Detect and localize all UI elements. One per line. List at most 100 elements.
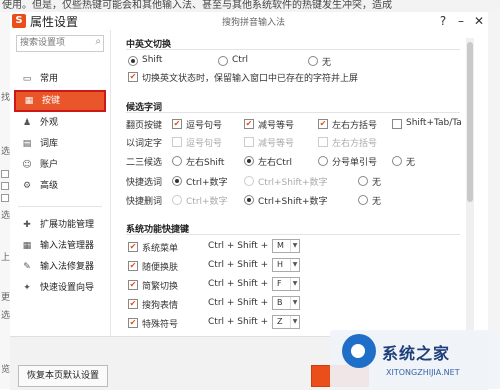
radio-semicolon-quote-label: 分号单引号	[332, 158, 378, 168]
radio-none-label: 无	[322, 58, 332, 68]
search-box[interactable]: ⌕	[16, 35, 104, 52]
search-icon[interactable]: ⌕	[95, 36, 101, 47]
hotkey-special-symbols-checkbox[interactable]: ✔	[128, 318, 138, 328]
word-comma-period-checkbox[interactable]	[172, 137, 182, 147]
watermark-text: 系统之家	[382, 344, 451, 363]
chevron-down-icon: ▼	[290, 278, 299, 290]
sidebar-tool-extensions[interactable]: ✚ 扩展功能管理	[14, 216, 104, 234]
watermark-url: XITONGZHIJIA.NET	[386, 368, 460, 377]
hotkey-simplified-traditional-checkbox[interactable]: ✔	[128, 280, 138, 290]
minimize-button[interactable]: –	[454, 14, 468, 28]
hotkey-emoji-label: 搜狗表情	[142, 301, 179, 311]
reset-defaults-button[interactable]: 恢复本页默认设置	[18, 365, 108, 387]
word-minus-equal-checkbox[interactable]	[244, 137, 254, 147]
chevron-down-icon: ▼	[290, 240, 299, 252]
hotkey-simplified-traditional-label: 简繁切换	[142, 282, 179, 292]
help-button[interactable]: ?	[436, 14, 450, 28]
sidebar-item-keys[interactable]: ▦ 按键	[14, 90, 106, 112]
hotkey-random-skin-key-select[interactable]: H ▼	[272, 258, 300, 272]
wizard-icon: ✦	[23, 283, 31, 293]
hotkey-system-menu-key-select[interactable]: M ▼	[272, 239, 300, 253]
hotkey-prefix: Ctrl + Shift +	[208, 279, 269, 289]
sidebar-item-label: 扩展功能管理	[40, 220, 95, 230]
radio-left-right-ctrl-label: 左右Ctrl	[258, 158, 293, 168]
hotkey-prefix: Ctrl + Shift +	[208, 241, 269, 251]
page-comma-period-checkbox[interactable]: ✔	[172, 119, 182, 129]
sidebar-item-dictionary[interactable]: ▤ 词库	[14, 135, 104, 153]
radio-none[interactable]	[308, 56, 318, 66]
sidebar: ⌕ ▭ 常用 ▦ 按键 ♟ 外观 ▤ 词库 ☺ 账户 ⚙ 高级 ✚ 扩展功能管理 ▦ 输入法管理…	[10, 30, 111, 336]
monitor-icon: ▭	[22, 74, 32, 84]
hotkey-special-symbols-key-select[interactable]: Z ▼	[272, 315, 300, 329]
radio-left-right-shift-label: 左右Shift	[186, 158, 225, 168]
page-brackets-checkbox[interactable]: ✔	[318, 119, 328, 129]
radio-shift-label: Shift	[142, 55, 163, 65]
sidebar-item-label: 输入法修复器	[40, 262, 95, 272]
background-text-strip: 使用。但是，仅些热键可能会和其他输入法、甚至与其他系统软件的热键发生冲突，造成	[0, 0, 500, 12]
sidebar-tool-wizard[interactable]: ✦ 快速设置向导	[14, 279, 104, 297]
sidebar-item-label: 按键	[42, 96, 61, 106]
radio-delete-none[interactable]	[358, 195, 368, 205]
hotkey-prefix: Ctrl + Shift +	[208, 317, 269, 327]
radio-left-right-shift[interactable]	[172, 156, 182, 166]
page-brackets-label: 左右方括号	[332, 121, 378, 131]
radio-delete-ctrl-num[interactable]	[172, 195, 182, 205]
radio-second-third-none-label: 无	[406, 158, 416, 168]
radio-select-ctrl-shift-num-label: Ctrl+Shift+数字	[258, 178, 328, 188]
hotkey-random-skin-checkbox[interactable]: ✔	[128, 261, 138, 271]
background-char: 选	[1, 311, 11, 321]
scrollbar-thumb[interactable]	[467, 42, 473, 202]
radio-semicolon-quote[interactable]	[318, 156, 328, 166]
background-checkbox	[1, 194, 9, 202]
page-comma-period-label: 逗号句号	[186, 121, 223, 131]
radio-select-ctrl-shift-num[interactable]	[244, 176, 254, 186]
sidebar-item-advanced[interactable]: ⚙ 高级	[14, 177, 104, 195]
radio-select-ctrl-num[interactable]	[172, 176, 182, 186]
hotkey-emoji-checkbox[interactable]: ✔	[128, 299, 138, 309]
sidebar-item-account[interactable]: ☺ 账户	[14, 156, 104, 174]
page-minus-equal-checkbox[interactable]: ✔	[244, 119, 254, 129]
sidebar-item-label: 外观	[40, 118, 59, 128]
dialog-title: 属性设置	[30, 15, 79, 29]
sidebar-item-appearance[interactable]: ♟ 外观	[14, 114, 104, 132]
gear-icon: ⚙	[22, 181, 32, 191]
keep-chars-checkbox[interactable]: ✔	[128, 72, 138, 82]
word-minus-equal-label: 减号等号	[258, 139, 295, 149]
keyboard-icon: ▦	[24, 96, 34, 106]
key-value: H	[277, 260, 284, 269]
radio-shift[interactable]	[128, 56, 138, 66]
radio-ctrl-label: Ctrl	[232, 55, 249, 65]
hotkey-simplified-traditional-key-select[interactable]: F ▼	[272, 277, 300, 291]
radio-delete-ctrl-shift-num-label: Ctrl+Shift+数字	[258, 197, 328, 207]
title-bar: S 属性设置 搜狗拼音输入法 ? – ✕	[10, 12, 488, 30]
hotkey-system-menu-checkbox[interactable]: ✔	[128, 242, 138, 252]
radio-ctrl[interactable]	[218, 56, 228, 66]
key-value: Z	[277, 317, 283, 326]
hotkey-prefix: Ctrl + Shift +	[208, 260, 269, 270]
window-title: 搜狗拼音输入法	[222, 18, 286, 28]
sidebar-item-common[interactable]: ▭ 常用	[14, 70, 104, 88]
sidebar-item-label: 输入法管理器	[40, 241, 95, 251]
word-brackets-checkbox[interactable]	[318, 137, 328, 147]
puzzle-icon: ✚	[23, 220, 31, 230]
search-input[interactable]	[20, 36, 86, 49]
radio-left-right-ctrl[interactable]	[244, 156, 254, 166]
hotkey-special-symbols-label: 特殊符号	[142, 320, 179, 330]
background-char: 选	[1, 147, 11, 157]
chevron-down-icon: ▼	[290, 259, 299, 271]
background-char: 更	[1, 293, 11, 303]
radio-select-ctrl-num-label: Ctrl+数字	[186, 178, 228, 188]
page-shift-tab-checkbox[interactable]	[392, 119, 402, 129]
watermark-logo-icon	[342, 334, 376, 368]
hotkey-emoji-key-select[interactable]: B ▼	[272, 296, 300, 310]
key-value: B	[277, 298, 283, 307]
radio-second-third-none[interactable]	[392, 156, 402, 166]
close-button[interactable]: ✕	[472, 14, 486, 28]
sidebar-tool-repair[interactable]: ✎ 输入法修复器	[14, 258, 104, 276]
second-third-label: 二三候选	[126, 158, 163, 168]
radio-select-none[interactable]	[358, 176, 368, 186]
radio-delete-ctrl-shift-num[interactable]	[244, 195, 254, 205]
word-brackets-label: 左右方括号	[332, 139, 378, 149]
section-divider	[126, 112, 460, 113]
sidebar-tool-ime-manager[interactable]: ▦ 输入法管理器	[14, 237, 104, 255]
